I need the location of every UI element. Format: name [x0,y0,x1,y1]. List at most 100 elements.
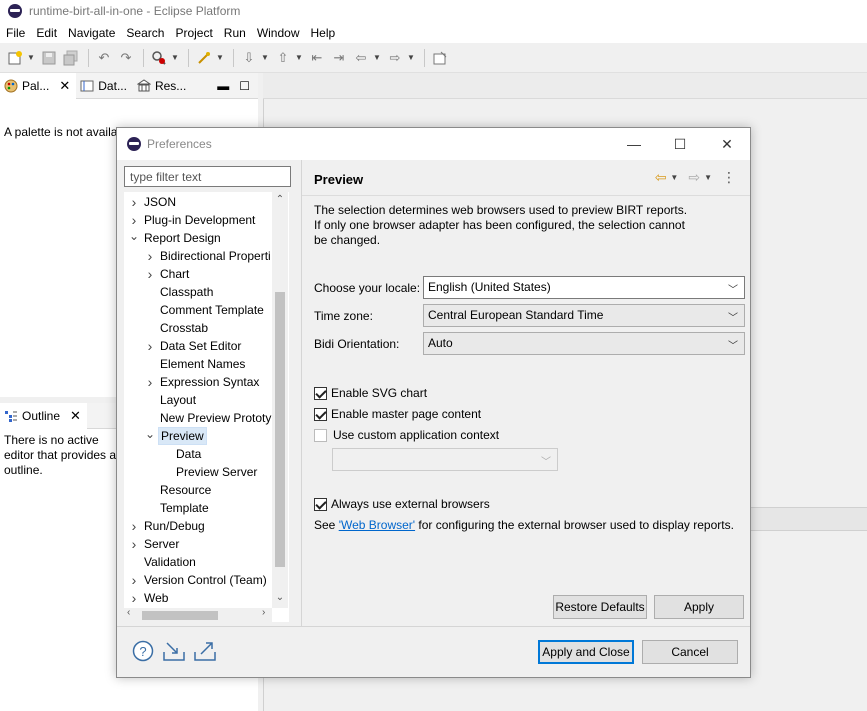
last-edit-icon[interactable]: ⇤ [307,48,327,68]
tab-palette[interactable]: Pal... ✕ [0,72,77,99]
tree-item[interactable]: Crosstab [142,319,210,337]
tree-item[interactable]: › Web [126,589,170,607]
custom-context-select[interactable]: ﹀ [332,448,558,471]
tree-item[interactable]: Preview Server [158,463,259,481]
back-arrow-icon[interactable]: ⇦ [655,169,667,186]
menu-edit[interactable]: Edit [32,26,61,40]
forward-arrow-icon[interactable]: ⇨ [688,169,700,186]
maximize-icon[interactable]: ☐ [657,128,703,160]
new-icon[interactable] [5,48,25,68]
menu-run[interactable]: Run [220,26,250,40]
save-all-icon[interactable] [61,48,81,68]
chevron-right-icon[interactable]: › [142,374,158,390]
external-browsers-checkbox[interactable] [314,497,327,511]
menu-help[interactable]: Help [307,26,340,40]
timezone-select[interactable]: Central European Standard Time ﹀ [423,304,745,327]
scroll-left-icon[interactable]: ‹ [127,607,130,618]
save-icon[interactable] [39,48,59,68]
tree-item[interactable]: › Bidirectional Properti [142,247,273,265]
enable-svg-row[interactable]: Enable SVG chart [314,386,427,400]
redo-icon[interactable]: ↷ [116,48,136,68]
wand-icon[interactable] [194,48,214,68]
forward-dropdown-icon[interactable]: ▼ [407,53,415,62]
filter-input[interactable] [124,166,291,187]
tree-item[interactable]: › Chart [142,265,191,283]
tree-item[interactable]: ⌄ Report Design [126,229,223,247]
undo-icon[interactable]: ↶ [94,48,114,68]
tree-item[interactable]: Layout [142,391,198,409]
forward-icon[interactable]: ⇨ [385,48,405,68]
run-icon[interactable] [149,48,169,68]
tab-outline[interactable]: Outline ✕ [0,402,87,429]
minimize-view-icon[interactable]: ▬ [217,79,229,93]
tree-item[interactable]: Element Names [142,355,247,373]
tree-hscroll-thumb[interactable] [142,611,218,620]
wand-dropdown-icon[interactable]: ▼ [216,53,224,62]
import-icon[interactable] [162,639,186,663]
tree-item[interactable]: Comment Template [142,301,266,319]
menu-file[interactable]: File [2,26,29,40]
back-dropdown-icon[interactable]: ▼ [670,173,678,182]
enable-svg-checkbox[interactable] [314,386,327,400]
tree-item[interactable]: Template [142,499,211,517]
tree-item[interactable]: ⌄ Preview [142,427,207,445]
chevron-down-icon[interactable]: ﹀ [728,309,738,324]
chevron-down-icon[interactable]: ﹀ [541,453,551,468]
tree-item[interactable]: › JSON [126,193,178,211]
tree-item[interactable]: New Preview Prototyp [142,409,280,427]
tree-item[interactable]: › Version Control (Team) [126,571,269,589]
tree-item[interactable]: Classpath [142,283,215,301]
tree-vertical-scrollbar[interactable]: ⌃ ⌄ [272,192,288,608]
chevron-right-icon[interactable]: › [126,194,142,210]
external-browsers-row[interactable]: Always use external browsers [314,497,490,511]
minimize-icon[interactable]: — [611,128,657,160]
chevron-right-icon[interactable]: › [126,518,142,534]
menu-project[interactable]: Project [171,26,216,40]
scroll-down-icon[interactable]: ⌄ [272,592,288,603]
tab-resource-explorer[interactable]: Res... [133,73,192,99]
chevron-right-icon[interactable]: › [126,572,142,588]
bidi-select[interactable]: Auto ﹀ [423,332,745,355]
chevron-right-icon[interactable]: › [126,536,142,552]
run-dropdown-icon[interactable]: ▼ [171,53,179,62]
tree-item[interactable]: › Plug-in Development [126,211,257,229]
tree-item[interactable]: › Expression Syntax [142,373,261,391]
tree-item[interactable]: › Server [126,535,181,553]
chevron-down-icon[interactable]: ﹀ [728,337,738,352]
close-icon[interactable]: ✕ [59,78,70,94]
tab-data-explorer[interactable]: Dat... [76,73,133,99]
maximize-view-icon[interactable]: ☐ [239,79,250,93]
next-annotation-icon[interactable]: ⇩ [239,48,259,68]
custom-context-checkbox[interactable] [314,428,327,442]
chevron-right-icon[interactable]: › [126,590,142,606]
tree-horizontal-scrollbar[interactable]: ‹ › [124,607,272,622]
menu-search[interactable]: Search [122,26,168,40]
pin-editor-icon[interactable] [430,48,450,68]
dialog-sash[interactable] [301,160,302,626]
back-dropdown-icon[interactable]: ▼ [373,53,381,62]
prev-annotation-dropdown-icon[interactable]: ▼ [295,53,303,62]
chevron-right-icon[interactable]: › [142,338,158,354]
apply-and-close-button[interactable]: Apply and Close [538,640,634,664]
chevron-right-icon[interactable]: › [126,212,142,228]
forward-dropdown-icon[interactable]: ▼ [704,173,712,182]
tree-item[interactable]: › Data Set Editor [142,337,243,355]
view-menu-icon[interactable]: ⋮ [722,169,736,186]
new-dropdown-icon[interactable]: ▼ [27,53,35,62]
back-icon[interactable]: ⇦ [351,48,371,68]
last-edit-alt-icon[interactable]: ⇥ [329,48,349,68]
menu-navigate[interactable]: Navigate [64,26,119,40]
custom-context-row[interactable]: Use custom application context [314,428,499,442]
chevron-down-icon[interactable]: ﹀ [728,281,738,296]
help-icon[interactable]: ? [131,639,155,663]
web-browser-link[interactable]: 'Web Browser' [339,518,415,532]
tree-item[interactable]: Data [158,445,203,463]
chevron-right-icon[interactable]: › [142,248,158,264]
scroll-up-icon[interactable]: ⌃ [272,194,288,205]
menu-window[interactable]: Window [253,26,304,40]
locale-combo[interactable]: English (United States) ﹀ [423,276,745,299]
tree-item[interactable]: Validation [126,553,198,571]
next-annotation-dropdown-icon[interactable]: ▼ [261,53,269,62]
restore-defaults-button[interactable]: Restore Defaults [553,595,647,619]
prev-annotation-icon[interactable]: ⇧ [273,48,293,68]
